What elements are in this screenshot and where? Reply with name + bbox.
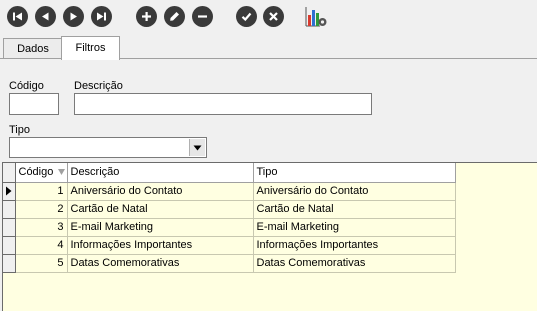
tipo-select[interactable] — [9, 137, 207, 158]
row-indicator-header — [3, 163, 16, 183]
column-header-codigo[interactable]: Código — [15, 163, 68, 183]
edit-icon — [170, 12, 179, 21]
tab-bar: Dados Filtros — [0, 36, 537, 60]
cell-codigo: 5 — [15, 254, 68, 273]
tab-dados-label: Dados — [17, 43, 49, 55]
column-header-tipo[interactable]: Tipo — [253, 163, 456, 183]
table-row[interactable]: 5 Datas Comemorativas Datas Comemorativa… — [3, 254, 456, 273]
row-indicator — [3, 254, 16, 273]
report-chart-icon — [305, 7, 327, 27]
cancel-button[interactable] — [263, 6, 284, 27]
tipo-dropdown-button[interactable] — [189, 139, 205, 156]
previous-record-button[interactable] — [35, 6, 56, 27]
next-record-button[interactable] — [63, 6, 84, 27]
records-grid[interactable]: Código Descrição Tipo 1 Aniversário do C… — [2, 162, 537, 311]
row-indicator — [3, 218, 16, 237]
add-icon — [142, 12, 151, 21]
cell-tipo: Datas Comemorativas — [253, 254, 456, 273]
tab-filtros-label: Filtros — [75, 42, 106, 54]
cell-codigo: 4 — [15, 236, 68, 255]
table-row[interactable]: 2 Cartão de Natal Cartão de Natal — [3, 200, 456, 219]
cell-descricao: Datas Comemorativas — [67, 254, 254, 273]
edit-button[interactable] — [164, 6, 185, 27]
codigo-label: Código — [9, 80, 44, 92]
column-header-label: Código — [18, 166, 54, 179]
toolbar — [0, 0, 537, 34]
cancel-icon — [269, 12, 278, 21]
confirm-button[interactable] — [236, 6, 257, 27]
table-header-row: Código Descrição Tipo — [3, 163, 456, 183]
remove-button[interactable] — [192, 6, 213, 27]
descricao-label: Descrição — [74, 80, 123, 92]
last-record-button[interactable] — [91, 6, 112, 27]
previous-icon — [42, 12, 49, 21]
cell-descricao: Cartão de Natal — [67, 200, 254, 219]
cell-codigo: 3 — [15, 218, 68, 237]
column-header-descricao[interactable]: Descrição — [67, 163, 254, 183]
add-button[interactable] — [136, 6, 157, 27]
cell-descricao: Aniversário do Contato — [67, 182, 254, 201]
remove-icon — [198, 15, 207, 18]
last-icon — [97, 12, 106, 21]
cell-tipo: Aniversário do Contato — [253, 182, 456, 201]
table-row[interactable]: 3 E-mail Marketing E-mail Marketing — [3, 218, 456, 237]
chevron-down-icon — [193, 145, 202, 150]
codigo-input[interactable] — [9, 93, 59, 115]
cell-tipo: E-mail Marketing — [253, 218, 456, 237]
tab-filtros[interactable]: Filtros — [61, 36, 120, 60]
column-header-label: Descrição — [70, 166, 120, 179]
tab-dados[interactable]: Dados — [3, 38, 63, 59]
descricao-input[interactable] — [74, 93, 372, 115]
cell-descricao: E-mail Marketing — [67, 218, 254, 237]
sort-icon — [57, 169, 65, 175]
cell-descricao: Informações Importantes — [67, 236, 254, 255]
table-row[interactable]: 1 Aniversário do Contato Aniversário do … — [3, 182, 456, 201]
first-record-button[interactable] — [7, 6, 28, 27]
cell-tipo: Informações Importantes — [253, 236, 456, 255]
next-icon — [70, 12, 77, 21]
table-row[interactable]: 4 Informações Importantes Informações Im… — [3, 236, 456, 255]
tipo-label: Tipo — [9, 124, 30, 136]
column-header-label: Tipo — [256, 166, 278, 179]
report-button[interactable] — [304, 5, 328, 29]
cell-tipo: Cartão de Natal — [253, 200, 456, 219]
row-indicator — [3, 236, 16, 255]
cell-codigo: 1 — [15, 182, 68, 201]
cell-codigo: 2 — [15, 200, 68, 219]
first-icon — [13, 12, 22, 21]
current-row-arrow-icon — [6, 186, 12, 196]
row-indicator — [3, 182, 16, 201]
confirm-icon — [241, 12, 252, 22]
records-table: Código Descrição Tipo 1 Aniversário do C… — [3, 163, 456, 273]
row-indicator — [3, 200, 16, 219]
